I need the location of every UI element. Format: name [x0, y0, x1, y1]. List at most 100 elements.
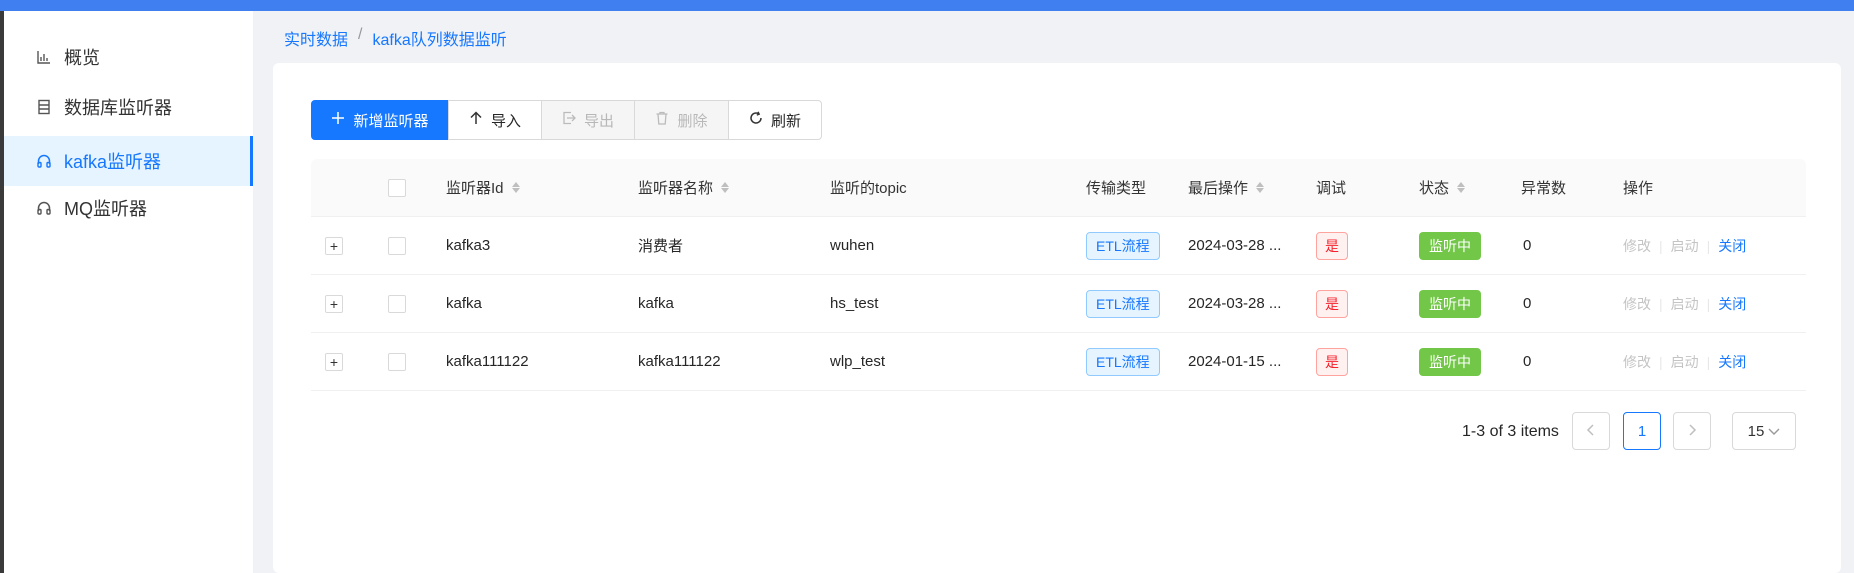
edit-action[interactable]: 修改 [1623, 236, 1651, 256]
sidebar-item-label: 数据库监听器 [64, 98, 172, 118]
headphones-icon [34, 151, 54, 171]
row-checkbox[interactable] [388, 352, 406, 371]
start-action[interactable]: 启动 [1671, 352, 1699, 372]
sort-icon[interactable] [511, 182, 520, 193]
trash-icon [655, 111, 669, 129]
row-checkbox[interactable] [388, 236, 406, 255]
close-action[interactable]: 关闭 [1718, 352, 1746, 372]
arrow-up-icon [469, 111, 483, 129]
column-header-status[interactable]: 状态 [1419, 159, 1466, 216]
expand-row-button[interactable]: + [325, 294, 343, 313]
debug-tag: 是 [1316, 231, 1348, 260]
cell-topic: wuhen [830, 237, 875, 254]
cell-name: kafka111122 [638, 353, 721, 370]
close-action[interactable]: 关闭 [1718, 294, 1746, 314]
sidebar-item-label: 概览 [64, 48, 100, 68]
row-checkbox[interactable] [388, 294, 406, 313]
export-label: 导出 [583, 112, 614, 130]
expand-row-button[interactable]: + [325, 236, 343, 255]
chevron-left-icon [1586, 423, 1596, 440]
column-header-label: 监听器名称 [638, 180, 714, 197]
cell-id: kafka111122 [446, 353, 529, 370]
import-button[interactable]: 导入 [448, 100, 542, 140]
prev-page-button[interactable] [1572, 412, 1610, 450]
table-row: + kafka3 消费者 wuhen ETL流程 2024-03-28 ... … [311, 217, 1806, 275]
cell-name: 消费者 [638, 238, 684, 255]
page-size-value: 15 [1747, 422, 1765, 440]
transfer-type-tag: ETL流程 [1086, 231, 1160, 260]
page-1-button[interactable]: 1 [1623, 412, 1661, 450]
cell-last-operation: 2024-03-28 ... [1188, 237, 1282, 254]
cell-last-operation: 2024-03-28 ... [1188, 295, 1282, 312]
sidebar-item-label: kafka监听器 [64, 152, 162, 172]
table-row: + kafka kafka hs_test ETL流程 2024-03-28 .… [311, 275, 1806, 333]
status-badge: 监听中 [1419, 289, 1481, 318]
delete-button[interactable]: 删除 [634, 100, 729, 140]
sidebar-item-kafka-listener[interactable]: kafka监听器 [4, 136, 253, 186]
column-header-topic: 监听的topic [830, 159, 907, 216]
refresh-label: 刷新 [770, 112, 801, 130]
column-header-label: 状态 [1419, 180, 1450, 197]
sort-icon[interactable] [1457, 182, 1466, 193]
column-header-label: 调试 [1316, 180, 1347, 197]
sidebar-item-label: MQ监听器 [64, 199, 147, 219]
close-action[interactable]: 关闭 [1718, 236, 1746, 256]
cell-id: kafka3 [446, 237, 491, 254]
sidebar: 概览 数据库监听器 kafka监听器 MQ监听器 [4, 11, 253, 573]
column-header-errors: 异常数 [1521, 159, 1566, 216]
column-header-debug: 调试 [1316, 159, 1346, 216]
column-header-label: 监听器Id [446, 180, 504, 197]
debug-tag: 是 [1316, 347, 1348, 376]
page-size-select[interactable]: 15 [1732, 412, 1796, 450]
bar-chart-icon [34, 47, 54, 67]
export-icon [562, 111, 576, 129]
export-button[interactable]: 导出 [541, 100, 635, 140]
column-header-name[interactable]: 监听器名称 [638, 159, 730, 216]
row-actions: 修改 | 启动 | 关闭 [1623, 294, 1747, 314]
breadcrumb: 实时数据 / kafka队列数据监听 [284, 26, 507, 50]
sidebar-item-overview[interactable]: 概览 [4, 32, 253, 82]
listener-table: 监听器Id 监听器名称 监听的topic 传输类型 最后操作 调试 状态 异常数… [311, 159, 1806, 391]
chevron-right-icon [1687, 423, 1697, 440]
column-header-id[interactable]: 监听器Id [446, 159, 520, 216]
status-badge: 监听中 [1419, 347, 1481, 376]
cell-id: kafka [446, 295, 482, 312]
breadcrumb-root[interactable]: 实时数据 [284, 26, 348, 50]
breadcrumb-current[interactable]: kafka队列数据监听 [372, 26, 506, 50]
cell-errors: 0 [1523, 353, 1532, 370]
expand-row-button[interactable]: + [325, 352, 343, 371]
column-header-label: 最后操作 [1188, 180, 1249, 197]
column-header-transfer-type: 传输类型 [1086, 159, 1146, 216]
transfer-type-tag: ETL流程 [1086, 289, 1160, 318]
import-label: 导入 [490, 112, 521, 130]
column-header-last-operation[interactable]: 最后操作 [1188, 159, 1265, 216]
column-header-actions: 操作 [1623, 159, 1653, 216]
column-header-label: 异常数 [1521, 180, 1567, 197]
start-action[interactable]: 启动 [1671, 294, 1699, 314]
headphones-icon [34, 198, 54, 218]
breadcrumb-separator: / [358, 26, 363, 43]
select-all-checkbox-cell [388, 159, 406, 216]
select-all-checkbox[interactable] [388, 178, 406, 197]
top-accent-bar [0, 0, 1854, 11]
column-header-label: 监听的topic [830, 180, 907, 197]
sort-icon[interactable] [1256, 182, 1265, 193]
chevron-down-icon [1768, 423, 1780, 440]
add-listener-button[interactable]: 新增监听器 [311, 100, 449, 140]
start-action[interactable]: 启动 [1671, 236, 1699, 256]
sort-icon[interactable] [721, 182, 730, 193]
next-page-button[interactable] [1673, 412, 1711, 450]
cell-errors: 0 [1523, 237, 1532, 254]
edit-action[interactable]: 修改 [1623, 352, 1651, 372]
debug-tag: 是 [1316, 289, 1348, 318]
sidebar-item-mq-listener[interactable]: MQ监听器 [4, 183, 253, 233]
refresh-button[interactable]: 刷新 [728, 100, 822, 140]
delete-label: 删除 [677, 112, 708, 130]
edit-action[interactable]: 修改 [1623, 294, 1651, 314]
refresh-icon [749, 111, 763, 129]
toolbar: 新增监听器 导入 导出 删除 刷新 [311, 100, 822, 140]
sidebar-item-database-listener[interactable]: 数据库监听器 [4, 82, 253, 132]
add-listener-label: 新增监听器 [353, 112, 429, 130]
table-header: 监听器Id 监听器名称 监听的topic 传输类型 最后操作 调试 状态 异常数… [311, 159, 1806, 217]
pagination-summary-text: 1-3 of 3 items [1462, 423, 1559, 440]
